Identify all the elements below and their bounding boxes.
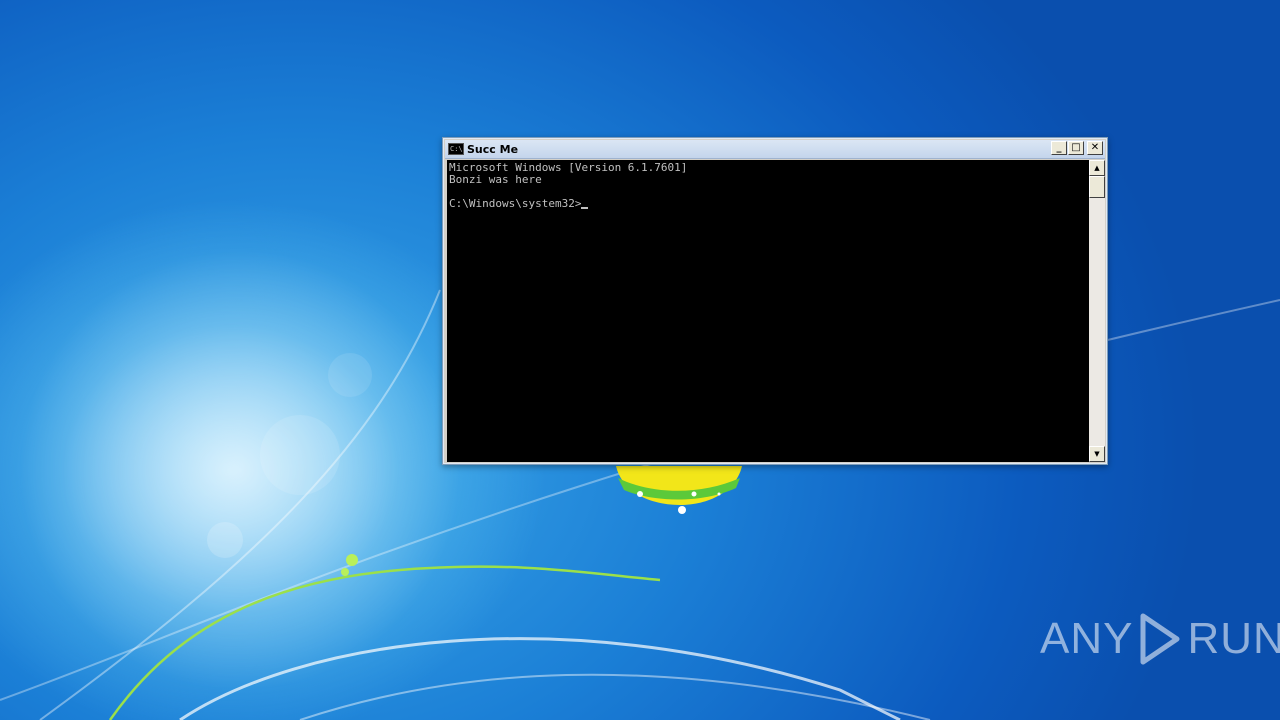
scroll-up-button[interactable]: ▲	[1089, 160, 1105, 176]
console-line: Bonzi was here	[449, 173, 542, 186]
title-bar[interactable]: C:\ Succ Me _ □ ✕	[445, 140, 1105, 159]
window-title: Succ Me	[467, 142, 519, 156]
watermark-left-text: ANY	[1040, 614, 1134, 663]
scroll-thumb[interactable]	[1089, 176, 1105, 198]
play-logo-icon	[1140, 613, 1180, 665]
console-prompt: C:\Windows\system32>	[449, 197, 582, 210]
vertical-scrollbar[interactable]: ▲ ▼	[1089, 160, 1105, 462]
text-cursor	[581, 207, 589, 209]
console-line: Microsoft Windows [Version 6.1.7601]	[449, 161, 688, 174]
window-controls: _ □ ✕	[1051, 141, 1103, 155]
minimize-button[interactable]: _	[1051, 141, 1067, 155]
console-icon[interactable]: C:\	[448, 143, 464, 155]
console-window[interactable]: C:\ Succ Me _ □ ✕ Microsoft Windows [Ver…	[442, 137, 1108, 465]
console-prompt-line: C:\Windows\system32>	[449, 198, 1089, 210]
anyrun-watermark: ANY RUN	[1040, 612, 1280, 666]
scroll-down-button[interactable]: ▼	[1089, 446, 1105, 462]
console-output[interactable]: Microsoft Windows [Version 6.1.7601] Bon…	[447, 160, 1089, 462]
maximize-button[interactable]: □	[1068, 141, 1084, 155]
watermark-right-text: RUN	[1187, 614, 1280, 663]
close-button[interactable]: ✕	[1087, 141, 1103, 155]
